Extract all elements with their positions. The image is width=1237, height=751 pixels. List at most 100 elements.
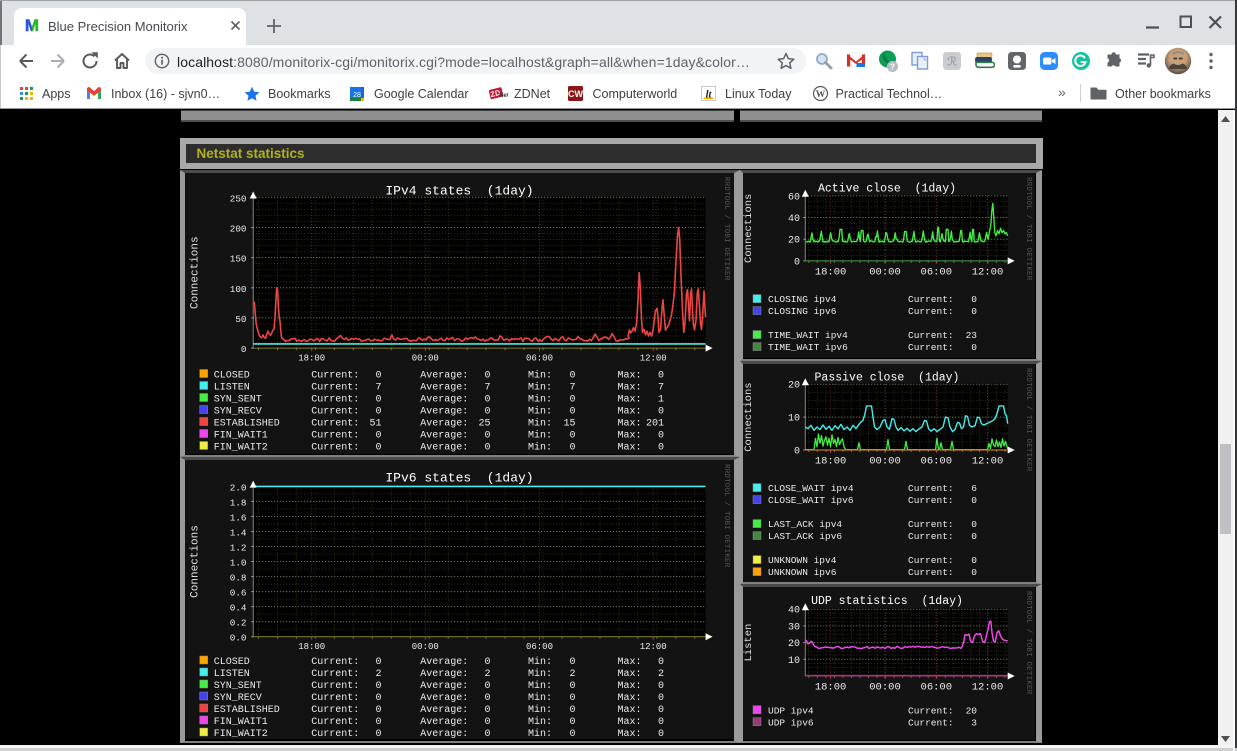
- svg-text:CLOSE_WAIT ipv6: CLOSE_WAIT ipv6: [768, 495, 854, 506]
- svg-text:20: 20: [788, 639, 800, 650]
- svg-text:UDP ipv4: UDP ipv4: [768, 705, 814, 716]
- svg-text:RRDTOOL / TOBI OETIKER: RRDTOOL / TOBI OETIKER: [722, 177, 730, 281]
- svg-text:30: 30: [788, 622, 800, 633]
- svg-text:Current:: Current:: [908, 519, 954, 530]
- svg-text:Current:: Current:: [311, 729, 359, 739]
- svg-text:Current:: Current:: [311, 370, 359, 381]
- svg-text:250: 250: [230, 193, 247, 204]
- svg-text:40: 40: [788, 606, 800, 617]
- svg-text:0: 0: [375, 705, 381, 716]
- svg-text:Average:: Average:: [420, 717, 468, 728]
- svg-text:10: 10: [788, 413, 800, 424]
- svg-text:0: 0: [971, 519, 977, 530]
- svg-text:6: 6: [971, 483, 977, 494]
- svg-text:Current:: Current:: [311, 382, 359, 393]
- svg-text:Average:: Average:: [420, 705, 468, 716]
- svg-text:0: 0: [658, 430, 664, 441]
- svg-text:0: 0: [569, 406, 575, 417]
- svg-text:150: 150: [230, 254, 247, 265]
- svg-text:0: 0: [375, 394, 381, 405]
- svg-text:0: 0: [971, 306, 977, 317]
- svg-text:RRDTOOL / TOBI OETIKER: RRDTOOL / TOBI OETIKER: [1024, 368, 1032, 472]
- svg-text:0: 0: [484, 717, 490, 728]
- svg-text:7: 7: [569, 382, 575, 393]
- svg-text:7: 7: [658, 382, 664, 393]
- svg-text:0: 0: [484, 705, 490, 716]
- svg-text:60: 60: [788, 192, 800, 203]
- svg-text:Max:: Max:: [618, 705, 642, 716]
- svg-text:20: 20: [788, 236, 800, 247]
- svg-text:0: 0: [569, 370, 575, 381]
- svg-text:IPv4 states (1day): IPv4 states (1day): [385, 184, 533, 199]
- svg-text:0: 0: [484, 394, 490, 405]
- svg-text:12:00: 12:00: [972, 266, 1004, 278]
- svg-text:Max:: Max:: [618, 394, 642, 405]
- svg-text:TIME_WAIT ipv6: TIME_WAIT ipv6: [768, 342, 848, 353]
- svg-text:18:00: 18:00: [298, 642, 325, 652]
- svg-text:UDP statistics (1day): UDP statistics (1day): [811, 595, 963, 608]
- svg-text:Max:: Max:: [618, 442, 642, 453]
- svg-text:Average:: Average:: [420, 657, 468, 668]
- svg-text:0: 0: [484, 442, 490, 453]
- svg-text:0: 0: [484, 406, 490, 417]
- svg-text:Current:: Current:: [908, 342, 954, 353]
- svg-text:10: 10: [788, 656, 800, 667]
- svg-text:SYN_RECV: SYN_RECV: [214, 693, 262, 704]
- svg-text:0: 0: [658, 406, 664, 417]
- svg-text:W: W: [816, 90, 826, 100]
- svg-text:0: 0: [375, 657, 381, 668]
- svg-text:18:00: 18:00: [815, 455, 847, 467]
- svg-text:Max:: Max:: [618, 729, 642, 739]
- svg-text:Current:: Current:: [311, 430, 359, 441]
- svg-text:2: 2: [658, 669, 664, 680]
- svg-text:0: 0: [569, 705, 575, 716]
- svg-text:200: 200: [230, 224, 247, 235]
- svg-text:Average:: Average:: [420, 430, 468, 441]
- svg-text:12:00: 12:00: [972, 455, 1004, 467]
- svg-text:SYN_SENT: SYN_SENT: [214, 394, 262, 405]
- svg-text:00:00: 00:00: [412, 354, 439, 364]
- svg-text:0: 0: [658, 729, 664, 739]
- svg-text:2: 2: [484, 669, 490, 680]
- svg-text:Average:: Average:: [420, 693, 468, 704]
- svg-text:Average:: Average:: [420, 394, 468, 405]
- svg-text:Passive close (1day): Passive close (1day): [815, 371, 960, 384]
- svg-text:0: 0: [971, 531, 977, 542]
- svg-text:FIN_WAIT2: FIN_WAIT2: [214, 442, 268, 453]
- svg-text:M: M: [25, 17, 39, 33]
- svg-text:0: 0: [375, 370, 381, 381]
- svg-text:06:00: 06:00: [921, 455, 953, 467]
- svg-text:0: 0: [484, 657, 490, 668]
- svg-text:0: 0: [375, 430, 381, 441]
- svg-text:0: 0: [375, 729, 381, 739]
- svg-text:Min:: Min:: [528, 405, 552, 417]
- svg-text:1.2: 1.2: [230, 543, 247, 554]
- svg-text:0: 0: [658, 370, 664, 381]
- svg-text:2: 2: [569, 669, 575, 680]
- svg-text:Min:: Min:: [528, 429, 552, 441]
- svg-text:ℛ: ℛ: [947, 55, 957, 69]
- svg-text:0.0: 0.0: [230, 633, 247, 644]
- svg-text:0.2: 0.2: [230, 618, 247, 629]
- svg-text:Average:: Average:: [420, 406, 468, 417]
- svg-text:Current:: Current:: [908, 717, 954, 728]
- svg-text:Max:: Max:: [618, 669, 642, 680]
- svg-text:0: 0: [241, 344, 247, 355]
- svg-text:Current:: Current:: [908, 531, 954, 542]
- svg-text:Active close (1day): Active close (1day): [818, 183, 956, 196]
- svg-text:7: 7: [484, 382, 490, 393]
- svg-text:SYN_RECV: SYN_RECV: [214, 406, 262, 417]
- svg-text:0: 0: [794, 446, 800, 457]
- svg-text:Average:: Average:: [420, 382, 468, 393]
- svg-text:0: 0: [569, 729, 575, 739]
- svg-text:CLOSED: CLOSED: [214, 657, 250, 668]
- svg-text:SYN_SENT: SYN_SENT: [214, 681, 262, 692]
- svg-text:20: 20: [966, 705, 978, 716]
- svg-text:Current:: Current:: [908, 495, 954, 506]
- svg-text:0: 0: [569, 717, 575, 728]
- svg-text:2: 2: [375, 669, 381, 680]
- svg-text:0: 0: [569, 681, 575, 692]
- svg-text:ESTABLISHED: ESTABLISHED: [214, 418, 280, 429]
- svg-text:LISTEN: LISTEN: [214, 382, 250, 393]
- svg-text:Net: Net: [499, 93, 508, 99]
